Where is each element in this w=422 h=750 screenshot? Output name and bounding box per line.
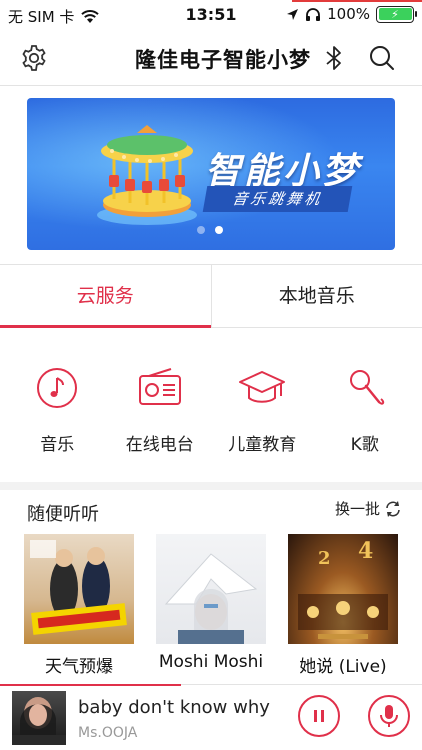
- banner-pager[interactable]: [197, 226, 223, 234]
- graduation-cap-icon: [239, 371, 286, 403]
- pause-icon: [314, 710, 324, 722]
- radio-icon: [138, 368, 181, 405]
- location-arrow-icon: [287, 8, 299, 20]
- battery-percent: 100%: [327, 5, 370, 23]
- album-cover: [24, 534, 134, 644]
- pager-dot[interactable]: [197, 226, 205, 234]
- microphone-icon: [349, 370, 384, 405]
- app-header: 隆佳电子智能小梦: [0, 30, 422, 86]
- album-cover: 4 2: [288, 534, 398, 644]
- tab-local-music[interactable]: 本地音乐: [210, 265, 422, 327]
- category-label: 儿童教育: [228, 435, 297, 455]
- section-divider: [0, 482, 422, 490]
- carousel-toy-image: [97, 125, 197, 225]
- now-playing-cover[interactable]: [12, 691, 66, 745]
- search-icon: [370, 46, 394, 70]
- now-playing-artist: Ms.OOJA: [78, 725, 138, 741]
- bluetooth-icon: [326, 46, 341, 70]
- album-card[interactable]: 4 2 她说 (Live): [288, 534, 398, 684]
- album-card[interactable]: 天气预爆: [24, 534, 134, 684]
- status-indicator-line: [292, 0, 422, 2]
- category-label: K歌: [350, 435, 379, 455]
- pause-button[interactable]: [298, 695, 340, 737]
- mini-player[interactable]: baby don't know why Ms.OOJA: [0, 684, 422, 750]
- album-list: 天气预爆 Moshi Moshi 4 2 她说 (Live): [0, 534, 422, 684]
- tab-cloud-service[interactable]: 云服务: [0, 265, 211, 328]
- page-title: 隆佳电子智能小梦: [135, 48, 311, 72]
- bluetooth-button[interactable]: [316, 40, 352, 76]
- playback-progress: [0, 684, 182, 686]
- category-label: 在线电台: [125, 435, 194, 455]
- refresh-button[interactable]: 换一批: [335, 498, 402, 519]
- album-title: Moshi Moshi: [158, 652, 264, 672]
- category-online-radio[interactable]: 在线电台: [110, 360, 210, 470]
- album-title: 她说 (Live): [299, 657, 387, 677]
- voice-button[interactable]: [368, 695, 410, 737]
- status-bar: 无 SIM 卡 13:51 100% ⚡: [0, 0, 422, 30]
- search-button[interactable]: [364, 40, 400, 76]
- category-karaoke[interactable]: K歌: [315, 360, 415, 470]
- now-playing-title: baby don't know why: [78, 697, 270, 718]
- status-right: 100% ⚡: [286, 5, 417, 23]
- category-grid: 音乐 在线电台 儿童教育 K歌: [0, 360, 422, 470]
- section-title: 随便听听: [27, 504, 99, 525]
- source-tabs: 云服务 本地音乐: [0, 264, 422, 328]
- album-title: 天气预爆: [45, 657, 113, 677]
- headphones-icon: [306, 7, 321, 21]
- category-kids-education[interactable]: 儿童教育: [212, 360, 312, 470]
- battery-icon: ⚡: [376, 5, 417, 23]
- microphone-icon: [380, 705, 398, 727]
- album-card[interactable]: Moshi Moshi: [156, 534, 266, 684]
- music-note-icon: [37, 368, 78, 408]
- album-cover: [156, 534, 266, 644]
- promo-banner[interactable]: 智能小梦 音乐跳舞机: [27, 98, 395, 250]
- svg-text:4: 4: [358, 538, 373, 564]
- banner-subtitle: 音乐跳舞机: [202, 186, 353, 212]
- category-label: 音乐: [40, 435, 75, 455]
- svg-text:2: 2: [318, 548, 331, 569]
- category-music[interactable]: 音乐: [7, 360, 107, 470]
- pager-dot-active[interactable]: [215, 226, 223, 234]
- refresh-label: 换一批: [334, 500, 380, 518]
- refresh-icon: [386, 500, 400, 517]
